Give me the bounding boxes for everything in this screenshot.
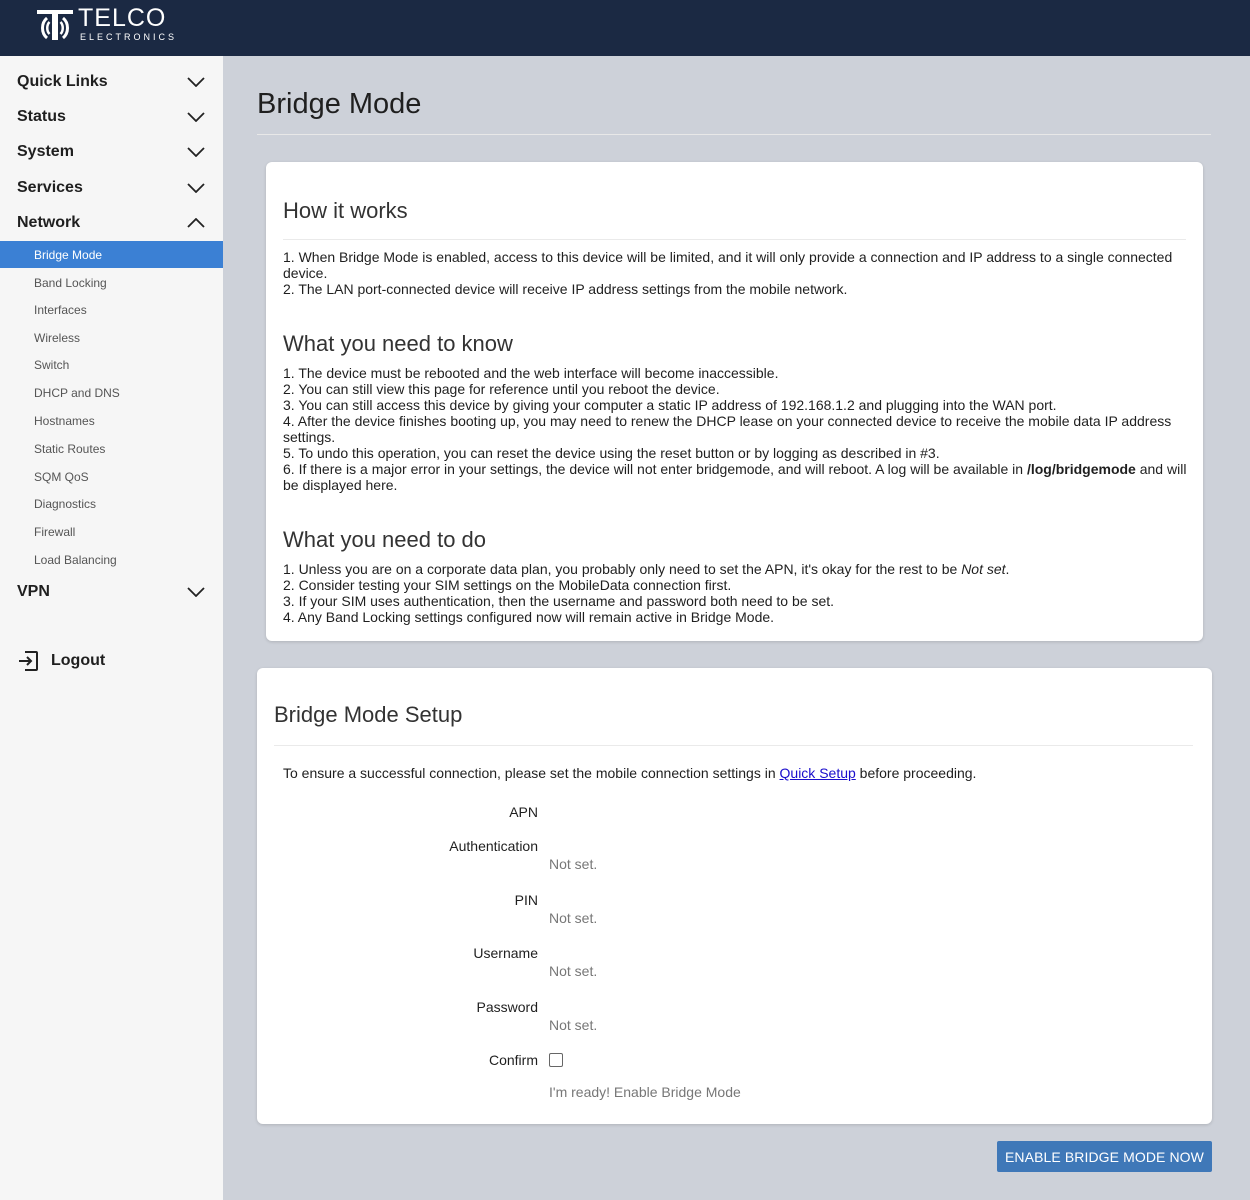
sidebar-item-firewall[interactable]: Firewall xyxy=(0,518,223,545)
sidebar-item-bridge-mode[interactable]: Bridge Mode xyxy=(0,241,223,268)
apn-label: APN xyxy=(509,804,538,820)
sidebar: Quick Links Status System Services Netwo… xyxy=(0,56,223,1200)
divider xyxy=(274,745,1193,746)
chevron-down-icon xyxy=(187,146,205,157)
not-set-emphasis: Not set xyxy=(961,561,1006,577)
divider xyxy=(257,134,1211,135)
logout-label: Logout xyxy=(51,652,106,669)
page-title: Bridge Mode xyxy=(257,88,422,120)
confirm-hint: I'm ready! Enable Bridge Mode xyxy=(549,1084,741,1100)
know-line-6: 6. If there is a major error in your set… xyxy=(283,461,1187,493)
brand-logo[interactable]: TELCO ELECTRONICS xyxy=(36,6,177,42)
do-line-2: 2. Consider testing your SIM settings on… xyxy=(283,577,732,593)
what-to-do-text: 1. Unless you are on a corporate data pl… xyxy=(283,561,1188,625)
sidebar-item-load-balancing[interactable]: Load Balancing xyxy=(0,546,223,573)
sidebar-item-vpn[interactable]: VPN xyxy=(0,574,223,609)
what-to-know-heading: What you need to know xyxy=(283,331,513,356)
info-card: How it works 1. When Bridge Mode is enab… xyxy=(266,162,1203,641)
know-line-3: 3. You can still access this device by g… xyxy=(283,397,1057,413)
do-line-3: 3. If your SIM uses authentication, then… xyxy=(283,593,835,609)
sidebar-item-quick-links[interactable]: Quick Links xyxy=(0,64,223,99)
sidebar-item-sqm-qos[interactable]: SQM QoS xyxy=(0,463,223,490)
sidebar-item-dhcp-dns[interactable]: DHCP and DNS xyxy=(0,379,223,406)
sidebar-item-hostnames[interactable]: Hostnames xyxy=(0,407,223,434)
chevron-up-icon xyxy=(187,217,205,228)
divider xyxy=(283,239,1186,240)
password-value: Not set. xyxy=(549,1017,598,1033)
sidebar-item-label: System xyxy=(17,142,74,160)
sidebar-item-diagnostics[interactable]: Diagnostics xyxy=(0,490,223,517)
sidebar-item-label: VPN xyxy=(17,582,50,600)
sidebar-item-label: Quick Links xyxy=(17,72,108,90)
sidebar-item-static-routes[interactable]: Static Routes xyxy=(0,435,223,462)
sidebar-item-interfaces[interactable]: Interfaces xyxy=(0,296,223,323)
chevron-down-icon xyxy=(187,586,205,597)
sidebar-item-label: Services xyxy=(17,178,83,196)
authentication-value: Not set. xyxy=(549,856,598,872)
do-line-1: 1. Unless you are on a corporate data pl… xyxy=(283,561,1010,577)
sidebar-item-band-locking[interactable]: Band Locking xyxy=(0,269,223,296)
know-line-1: 1. The device must be rebooted and the w… xyxy=(283,365,779,381)
logout-icon xyxy=(19,651,38,671)
how-line-2: 2. The LAN port-connected device will re… xyxy=(283,281,848,297)
password-label: Password xyxy=(476,999,538,1015)
username-label: Username xyxy=(473,945,538,961)
how-it-works-text: 1. When Bridge Mode is enabled, access t… xyxy=(283,249,1183,297)
do-line-4: 4. Any Band Locking settings configured … xyxy=(283,609,775,625)
logout-button[interactable]: Logout xyxy=(17,650,105,672)
pin-label: PIN xyxy=(514,892,538,908)
chevron-down-icon xyxy=(187,111,205,122)
chevron-down-icon xyxy=(187,182,205,193)
confirm-checkbox[interactable] xyxy=(549,1053,563,1067)
pin-value: Not set. xyxy=(549,910,598,926)
sidebar-item-label: Network xyxy=(17,213,81,231)
brand-name: TELCO xyxy=(78,4,167,32)
what-to-do-heading: What you need to do xyxy=(283,527,487,552)
authentication-label: Authentication xyxy=(449,838,538,854)
telco-logo-icon xyxy=(37,10,73,40)
confirm-label: Confirm xyxy=(488,1052,538,1068)
know-line-2: 2. You can still view this page for refe… xyxy=(283,381,720,397)
log-path: /log/bridgemode xyxy=(1026,461,1136,477)
sidebar-item-system[interactable]: System xyxy=(0,134,223,169)
setup-intro: To ensure a successful connection, pleas… xyxy=(283,765,977,781)
sidebar-item-services[interactable]: Services xyxy=(0,170,223,205)
chevron-down-icon xyxy=(187,76,205,87)
sidebar-item-status[interactable]: Status xyxy=(0,99,223,134)
sidebar-item-label: Status xyxy=(17,107,66,125)
setup-heading: Bridge Mode Setup xyxy=(274,702,463,727)
know-line-5: 5. To undo this operation, you can reset… xyxy=(283,445,940,461)
sidebar-item-wireless[interactable]: Wireless xyxy=(0,324,223,351)
sidebar-item-network[interactable]: Network xyxy=(0,205,223,240)
quick-setup-link[interactable]: Quick Setup xyxy=(780,765,856,781)
brand-tagline: ELECTRONICS xyxy=(80,32,178,42)
enable-bridge-mode-button[interactable]: ENABLE BRIDGE MODE NOW xyxy=(997,1141,1212,1172)
what-to-know-text: 1. The device must be rebooted and the w… xyxy=(283,365,1188,493)
how-it-works-heading: How it works xyxy=(283,198,408,223)
top-bar: TELCO ELECTRONICS xyxy=(0,0,1250,56)
setup-card: Bridge Mode Setup To ensure a successful… xyxy=(257,668,1212,1124)
username-value: Not set. xyxy=(549,963,598,979)
sidebar-item-switch[interactable]: Switch xyxy=(0,351,223,378)
know-line-4: 4. After the device finishes booting up,… xyxy=(283,413,1172,445)
how-line-1: 1. When Bridge Mode is enabled, access t… xyxy=(283,249,1173,281)
